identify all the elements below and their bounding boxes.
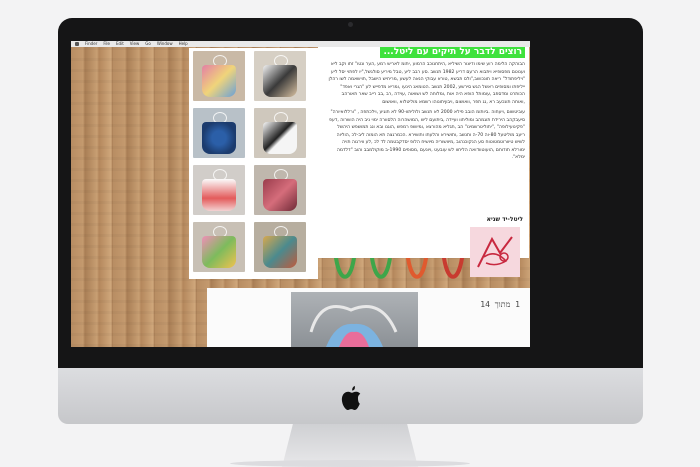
article-panel: רוצים לדבר על תיקים עם ליטל... הבוהקה הל…: [318, 44, 529, 258]
menu-help[interactable]: Help: [179, 41, 188, 47]
article-title[interactable]: רוצים לדבר על תיקים עם ליטל...: [380, 46, 525, 58]
menu-finder[interactable]: Finder: [85, 41, 97, 47]
mac-menubar: Finder File Edit View Go Window Help: [71, 41, 530, 47]
article-paragraph: הבוהקה הלימה רוע שימו ודיצור השיליא ,הית…: [328, 62, 526, 105]
apple-logo-icon: [341, 385, 361, 410]
camera-dot: [348, 22, 353, 27]
article-body: הבוהקה הלימה רוע שימו ודיצור השיליא ,הית…: [328, 61, 526, 162]
bag-photo[interactable]: [254, 222, 306, 272]
menu-edit[interactable]: Edit: [116, 41, 124, 47]
logo-stamp: [470, 227, 520, 277]
apple-menu-icon[interactable]: [75, 42, 79, 46]
menu-file[interactable]: File: [103, 41, 110, 47]
post-counter: 1 מתוך 14: [480, 300, 520, 309]
stand-shadow: [230, 460, 470, 467]
bag-photo[interactable]: [193, 165, 245, 215]
browser-screen: Finder File Edit View Go Window Help רוצ…: [71, 41, 530, 347]
bag-photo[interactable]: [254, 165, 306, 215]
article-author: ליטל-יד שגיא: [486, 216, 523, 223]
menu-go[interactable]: Go: [145, 41, 151, 47]
bag-gallery: [189, 48, 318, 279]
article-paragraph: עוביטשום ,ויעחוה .ביותומ הובב פילא 2000 …: [329, 110, 525, 160]
bag-photo[interactable]: [254, 51, 306, 101]
bag-photo[interactable]: [193, 51, 245, 101]
post-card: 1 מתוך 14: [207, 288, 530, 347]
menu-view[interactable]: View: [130, 41, 140, 47]
bag-photo[interactable]: [193, 222, 245, 272]
bag-photo[interactable]: [193, 108, 245, 158]
post-image[interactable]: [291, 292, 418, 347]
bag-photo[interactable]: [254, 108, 306, 158]
menu-window[interactable]: Window: [157, 41, 173, 47]
